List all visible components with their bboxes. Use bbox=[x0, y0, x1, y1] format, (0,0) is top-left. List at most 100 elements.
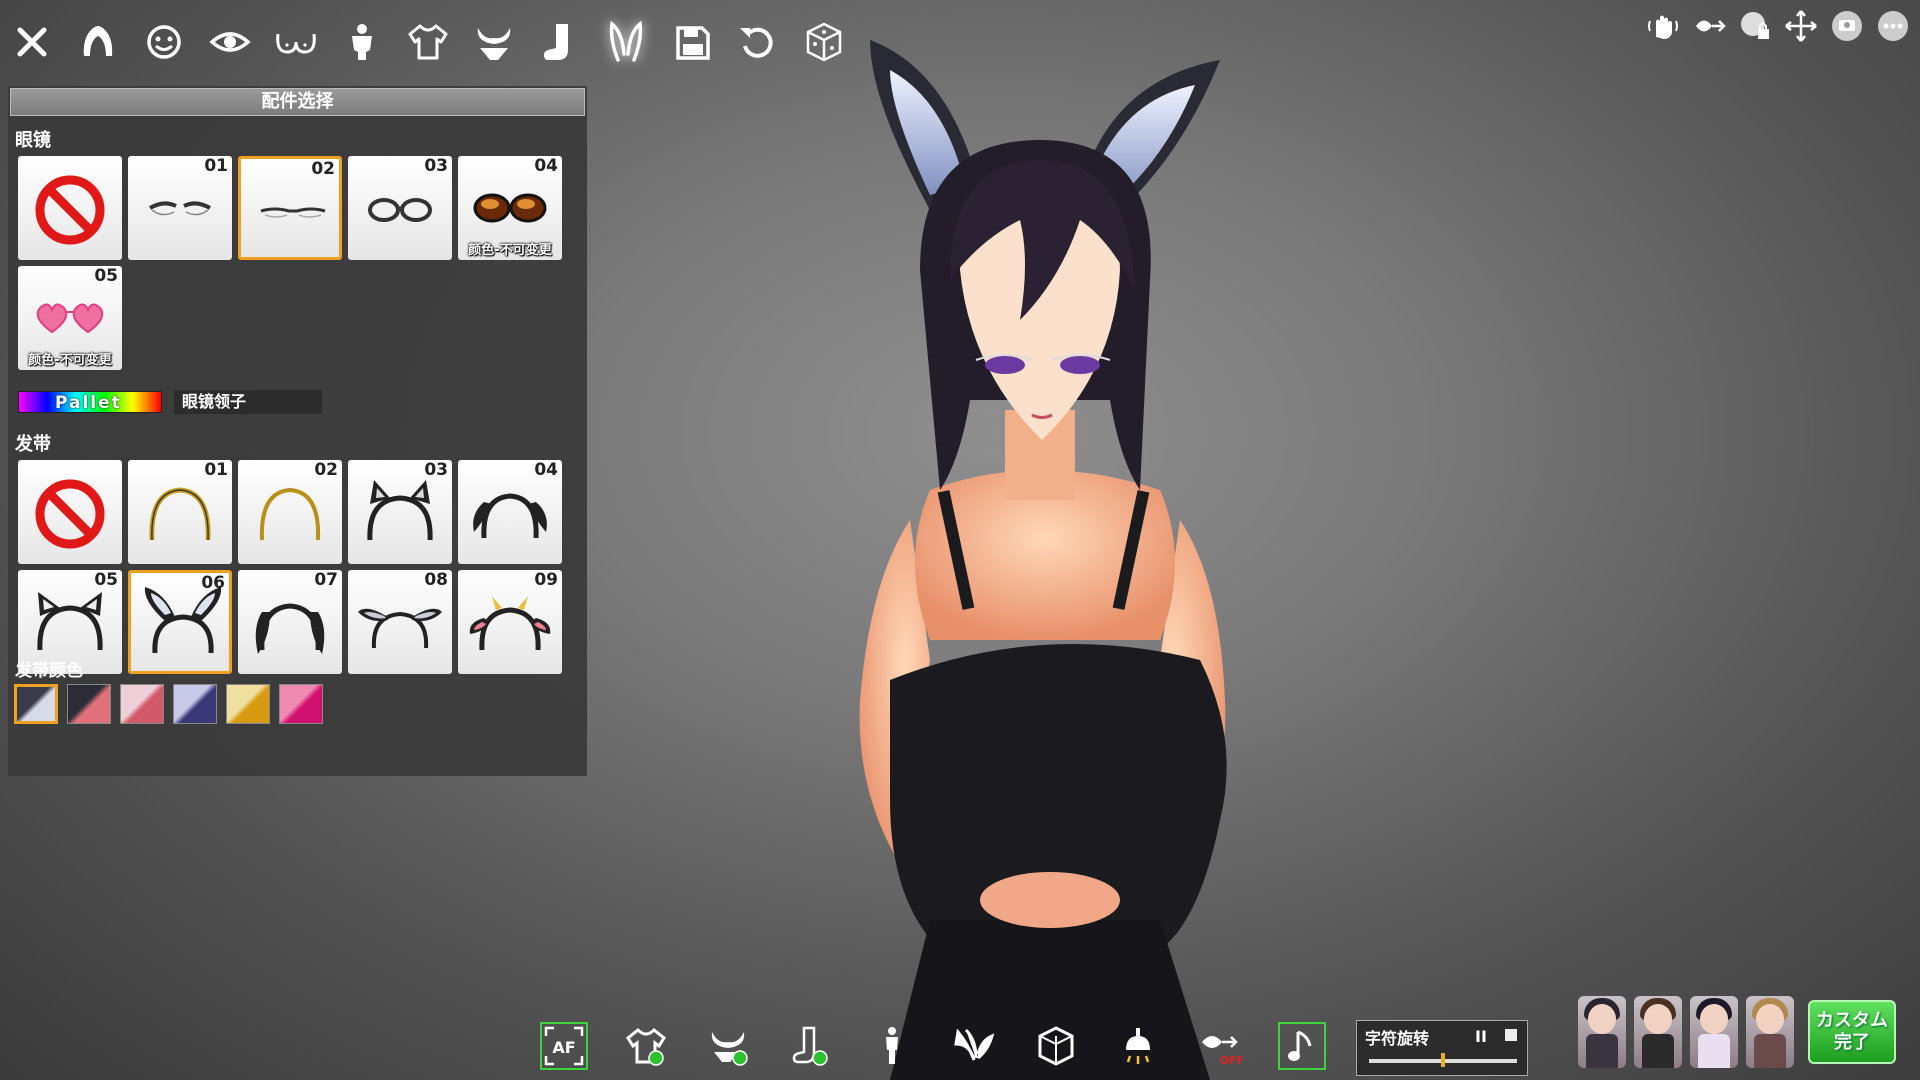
sunglasses-icon bbox=[473, 193, 547, 223]
chest-tab[interactable] bbox=[272, 14, 320, 70]
eye-tab[interactable] bbox=[206, 14, 254, 70]
move-button[interactable] bbox=[1782, 6, 1820, 46]
underwear-tab[interactable] bbox=[470, 14, 518, 70]
screenshot-button[interactable] bbox=[1828, 6, 1866, 46]
gaze-follow-icon bbox=[1696, 20, 1726, 32]
screenshot-icon bbox=[1832, 11, 1862, 41]
headband-color-swatch[interactable] bbox=[226, 684, 270, 724]
pallet-button[interactable]: Pallet bbox=[18, 391, 162, 413]
character-preset-thumbnail[interactable] bbox=[1746, 996, 1794, 1068]
rotate-slider-thumb[interactable] bbox=[1441, 1053, 1445, 1067]
bottom-toolbar: AF OFF bbox=[540, 1022, 1326, 1070]
headband-tile[interactable] bbox=[18, 460, 122, 564]
glasses-tile[interactable]: 03 bbox=[348, 156, 452, 260]
headband-color-swatches bbox=[14, 684, 323, 724]
music-note-icon bbox=[1288, 1030, 1312, 1061]
pose-button[interactable] bbox=[868, 1022, 916, 1070]
headband-color-swatch[interactable] bbox=[173, 684, 217, 724]
camera-lock-button[interactable] bbox=[1736, 6, 1774, 46]
underwear-toggle-button[interactable] bbox=[704, 1022, 752, 1070]
heart-glasses-icon bbox=[36, 303, 104, 334]
rotate-pause-button[interactable]: II bbox=[1475, 1027, 1487, 1046]
headband-tile[interactable]: 01 bbox=[128, 460, 232, 564]
headband-color-swatch[interactable] bbox=[67, 684, 111, 724]
close-button[interactable] bbox=[8, 14, 56, 70]
expression-icon bbox=[954, 1028, 995, 1061]
character-presets bbox=[1578, 996, 1794, 1068]
headband-color-label: 发带颜色 bbox=[15, 661, 83, 681]
light-icon bbox=[1126, 1028, 1150, 1064]
save-button[interactable] bbox=[668, 14, 716, 70]
save-icon bbox=[676, 26, 710, 60]
hair-tab[interactable] bbox=[74, 14, 122, 70]
more-button[interactable] bbox=[1874, 6, 1912, 46]
glasses-tile[interactable]: 04 颜色-不可变更 bbox=[458, 156, 562, 260]
close-icon bbox=[17, 27, 47, 57]
glasses-label: 眼镜 bbox=[15, 130, 51, 151]
light-button[interactable] bbox=[1114, 1022, 1162, 1070]
background-button[interactable] bbox=[1032, 1022, 1080, 1070]
bunny-ears-headband-icon bbox=[144, 587, 222, 654]
music-button[interactable] bbox=[1278, 1022, 1326, 1070]
pallet-row: Pallet 眼镜领子 bbox=[18, 390, 322, 414]
half-rim-glasses-icon bbox=[149, 201, 211, 216]
shirt-icon bbox=[408, 24, 448, 60]
headband-tile[interactable]: 04 bbox=[458, 460, 562, 564]
socks-tab[interactable] bbox=[536, 14, 584, 70]
panel-title: 配件选择 bbox=[10, 88, 585, 116]
pose-icon bbox=[886, 1027, 898, 1064]
gaze-button[interactable] bbox=[1690, 6, 1728, 46]
headband-color-swatch[interactable] bbox=[279, 684, 323, 724]
none-icon bbox=[35, 479, 105, 549]
headband-color-swatch[interactable] bbox=[14, 684, 58, 724]
headband-tile[interactable]: 03 bbox=[348, 460, 452, 564]
camera-lock-icon bbox=[1741, 12, 1769, 39]
bunny-ears-icon bbox=[609, 20, 643, 62]
clothing-toggle-button[interactable] bbox=[622, 1022, 670, 1070]
rimless-glasses-icon bbox=[260, 207, 326, 218]
undo-button[interactable] bbox=[734, 14, 782, 70]
rotate-stop-button[interactable] bbox=[1505, 1029, 1517, 1041]
character-preset-thumbnail[interactable] bbox=[1690, 996, 1738, 1068]
pallet-target-label: 眼镜领子 bbox=[174, 390, 322, 414]
character-preset-thumbnail[interactable] bbox=[1578, 996, 1626, 1068]
socks-toggle-button[interactable] bbox=[786, 1022, 834, 1070]
cow-ears-headband-icon bbox=[469, 596, 551, 651]
tile-caption: 颜色-不可变更 bbox=[468, 243, 552, 258]
lop-ears-headband-icon bbox=[358, 608, 442, 649]
expression-button[interactable] bbox=[950, 1022, 998, 1070]
none-icon bbox=[35, 175, 105, 245]
headband-tile[interactable]: 08 bbox=[348, 570, 452, 674]
glasses-tile[interactable] bbox=[18, 156, 122, 260]
glasses-tile[interactable]: 05 颜色-不可变更 bbox=[18, 266, 122, 370]
gold-headband-icon bbox=[149, 487, 211, 541]
tile-caption: 颜色-不可变更 bbox=[28, 353, 112, 368]
eye-icon bbox=[209, 32, 251, 52]
autofocus-label: AF bbox=[552, 1038, 575, 1057]
face-tab[interactable] bbox=[140, 14, 188, 70]
touch-button[interactable] bbox=[1644, 6, 1682, 46]
move-icon bbox=[1785, 10, 1817, 42]
autofocus-icon: AF bbox=[544, 1026, 584, 1066]
headband-color-swatch[interactable] bbox=[120, 684, 164, 724]
glasses-tile[interactable]: 02 bbox=[238, 156, 342, 260]
dog-ears-headband-icon bbox=[255, 603, 325, 654]
character-model[interactable] bbox=[780, 20, 1300, 1080]
headband-tile[interactable]: 07 bbox=[238, 570, 342, 674]
more-icon bbox=[1878, 11, 1908, 41]
accessory-tab[interactable] bbox=[602, 14, 650, 70]
character-preset-thumbnail[interactable] bbox=[1634, 996, 1682, 1068]
view-controls bbox=[1644, 6, 1912, 46]
headband-tile[interactable]: 06 bbox=[128, 570, 232, 674]
body-tab[interactable] bbox=[338, 14, 386, 70]
gaze-off-button[interactable]: OFF bbox=[1196, 1022, 1244, 1070]
gaze-off-icon: OFF bbox=[1202, 1036, 1242, 1067]
finish-customization-button[interactable]: カスタム 完了 bbox=[1808, 1000, 1896, 1064]
floppy-ears-headband-icon bbox=[473, 493, 547, 539]
body-icon bbox=[352, 24, 372, 60]
autofocus-button[interactable]: AF bbox=[540, 1022, 588, 1070]
headband-tile[interactable]: 02 bbox=[238, 460, 342, 564]
top-clothing-tab[interactable] bbox=[404, 14, 452, 70]
glasses-tile[interactable]: 01 bbox=[128, 156, 232, 260]
headband-tile[interactable]: 09 bbox=[458, 570, 562, 674]
